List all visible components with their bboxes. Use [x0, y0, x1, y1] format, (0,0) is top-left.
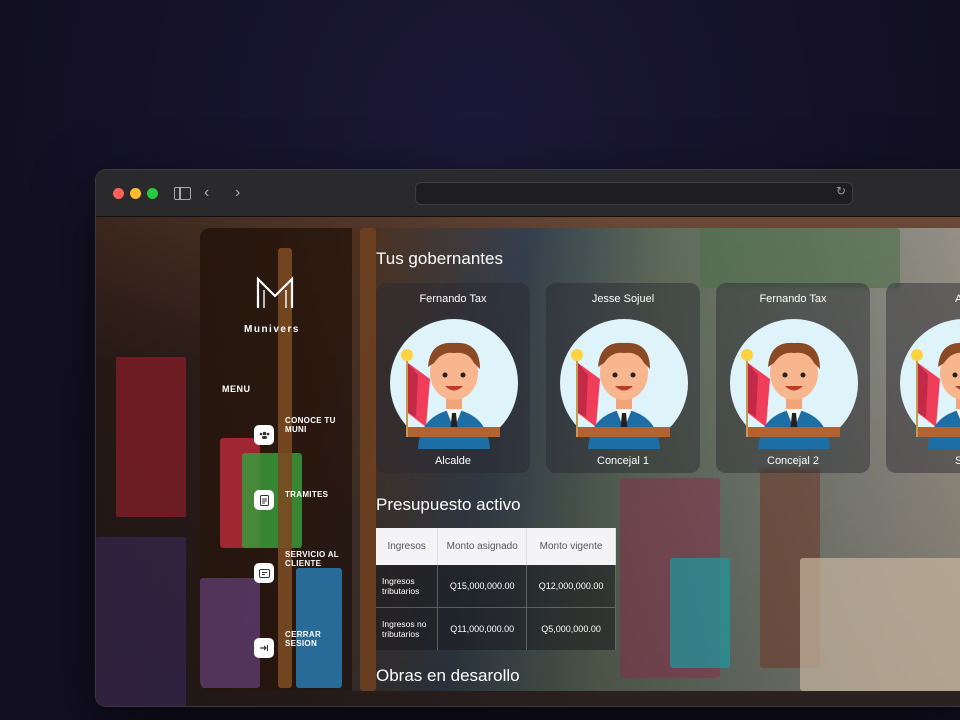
- forward-icon[interactable]: ›: [235, 183, 240, 203]
- governors-section-title: Tus gobernantes: [376, 249, 503, 268]
- table-header: Ingresos: [376, 528, 439, 565]
- governor-card[interactable]: Fernando Tax Concejal 2: [716, 283, 870, 473]
- table-cell: Q5,000,000.00: [526, 607, 616, 650]
- logout-icon: [254, 638, 274, 658]
- close-window-button[interactable]: [113, 188, 124, 199]
- maximize-window-button[interactable]: [147, 188, 158, 199]
- wooden-post: [278, 248, 292, 688]
- wooden-post: [360, 228, 376, 691]
- textile-decoration: [670, 558, 730, 668]
- reload-icon[interactable]: ↻: [836, 184, 846, 198]
- governor-role: Sin: [955, 455, 960, 467]
- governor-name: Fernando Tax: [419, 293, 487, 305]
- governor-card[interactable]: Ale Sin: [886, 283, 960, 473]
- governor-card[interactable]: Fernando Tax Alcalde: [376, 283, 530, 473]
- governor-name: Ale: [955, 293, 960, 305]
- governor-card[interactable]: Jesse Sojuel Concejal 1: [546, 283, 700, 473]
- menu-label: CONOCE TU MUNI: [285, 416, 336, 434]
- minimize-window-button[interactable]: [130, 188, 141, 199]
- official-avatar-icon: [560, 319, 688, 449]
- munivers-logo-icon: [256, 276, 294, 308]
- textile-decoration: [96, 537, 186, 706]
- official-avatar-icon: [730, 319, 858, 449]
- table-cell: Ingresos no tributarios: [376, 607, 439, 650]
- document-icon: [254, 490, 274, 510]
- brand-name: Munivers: [244, 324, 300, 335]
- menu-title: MENU: [222, 384, 251, 394]
- tree-decoration: [700, 228, 900, 288]
- support-icon: [254, 563, 274, 583]
- textile-decoration: [200, 578, 260, 688]
- table-header: Monto vigente: [526, 528, 616, 565]
- table-row: Ingresos tributarios Q15,000,000.00 Q12,…: [376, 564, 616, 608]
- governor-role: Concejal 1: [597, 455, 649, 467]
- browser-window: ‹ › ↻ Munivers MENU CONOCE TU MUNI TRAMI…: [96, 170, 960, 706]
- table-row: Ingresos no tributarios Q11,000,000.00 Q…: [376, 607, 616, 650]
- app-frame: Munivers MENU CONOCE TU MUNI TRAMITES SE…: [200, 228, 960, 691]
- works-section-title: Obras en desarollo: [376, 666, 520, 685]
- sidebar-toggle-icon[interactable]: [174, 187, 191, 200]
- back-icon[interactable]: ‹: [204, 183, 209, 203]
- table-cell: Q12,000,000.00: [526, 564, 616, 608]
- cobblestone-street: [800, 558, 960, 691]
- textile-decoration: [296, 568, 342, 688]
- table-cell: Q15,000,000.00: [437, 564, 528, 608]
- governor-role: Concejal 2: [767, 455, 819, 467]
- menu-label: CERRAR SESION: [285, 630, 322, 648]
- governor-name: Jesse Sojuel: [591, 293, 655, 305]
- budget-section-title: Presupuesto activo: [376, 495, 521, 514]
- menu-label: TRAMITES: [285, 490, 329, 499]
- people-icon: [254, 425, 274, 445]
- browser-titlebar: ‹ › ↻: [96, 170, 960, 217]
- official-avatar-icon: [900, 319, 960, 449]
- browser-viewport: Munivers MENU CONOCE TU MUNI TRAMITES SE…: [96, 217, 960, 706]
- budget-table: Ingresos Monto asignado Monto vigente In…: [376, 528, 616, 650]
- governor-name: Fernando Tax: [759, 293, 827, 305]
- menu-label: SERVICIO AL CLIENTE: [285, 550, 339, 568]
- table-cell: Q11,000,000.00: [437, 607, 528, 650]
- official-avatar-icon: [390, 319, 518, 449]
- address-bar[interactable]: ↻: [415, 182, 853, 205]
- governor-role: Alcalde: [434, 455, 472, 467]
- textile-decoration: [116, 357, 186, 517]
- table-header: Monto asignado: [437, 528, 528, 565]
- table-cell: Ingresos tributarios: [376, 564, 439, 608]
